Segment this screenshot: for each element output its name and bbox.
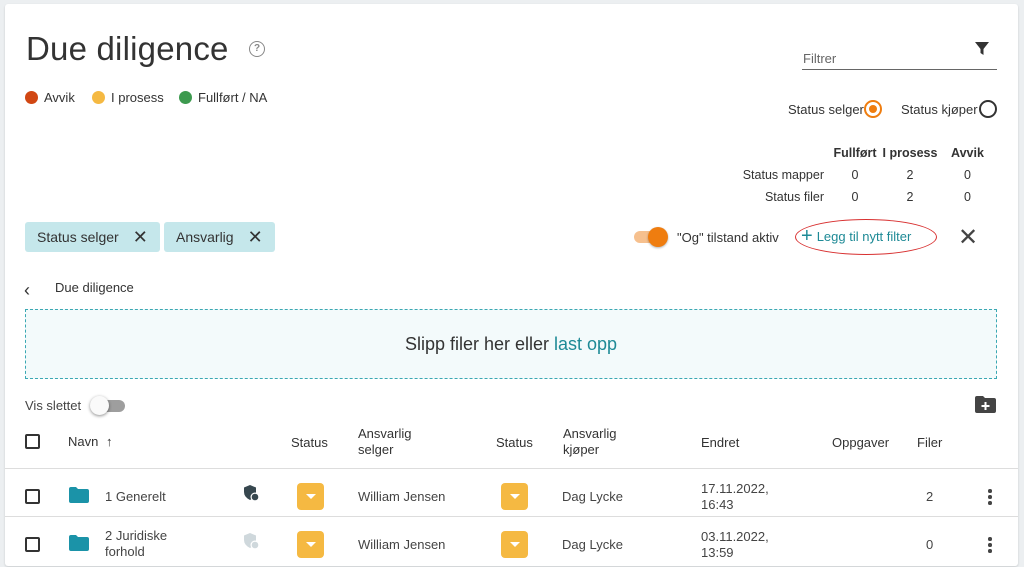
changed-time: 13:59 xyxy=(701,545,734,560)
dropzone-text: Slipp filer her eller xyxy=(404,333,549,354)
help-circle-icon[interactable]: ? xyxy=(249,41,265,57)
table-row[interactable]: 1 Generelt William Jensen Dag Lycke 17.1… xyxy=(5,469,1018,516)
stats-value: 0 xyxy=(964,168,971,182)
back-chevron-icon[interactable]: ‹ xyxy=(24,280,30,301)
legend-item-i-prosess: I prosess xyxy=(92,90,164,105)
filter-chip-status-selger[interactable]: Status selger ✕ xyxy=(25,222,160,252)
show-deleted-toggle-knob[interactable] xyxy=(90,396,109,415)
status-summary-table: Fullført I prosess Avvik Status mapper 0… xyxy=(730,142,995,208)
status-seller-dropdown[interactable] xyxy=(297,531,324,558)
column-header-status-seller[interactable]: Status xyxy=(291,435,328,450)
file-dropzone[interactable]: Slipp filer her eller last opp xyxy=(25,309,997,379)
shield-lock-icon[interactable] xyxy=(243,485,260,502)
row-changed: 17.11.2022, 16:43 xyxy=(701,481,769,513)
arrow-up-icon: ↑ xyxy=(105,434,113,449)
stats-value: 0 xyxy=(851,190,859,204)
status-buyer-dropdown[interactable] xyxy=(501,483,528,510)
column-header-name[interactable]: Navn ↑ xyxy=(68,434,112,449)
legend-label: I prosess xyxy=(111,90,164,105)
show-deleted-label: Vis slettet xyxy=(25,398,82,413)
header-label: Ansvarlig xyxy=(563,426,617,441)
table-row[interactable]: 2 Juridiske forhold William Jensen Dag L… xyxy=(5,517,1018,565)
header-label: Navn xyxy=(68,434,99,449)
header-label: kjøper xyxy=(563,442,600,457)
legend-label: Avvik xyxy=(44,90,75,105)
column-header-responsible-buyer[interactable]: Ansvarlig kjøper xyxy=(563,426,616,458)
row-responsible-buyer: Dag Lycke xyxy=(562,489,623,504)
more-vertical-icon[interactable] xyxy=(988,489,992,507)
row-name-line: forhold xyxy=(105,544,145,559)
changed-time: 16:43 xyxy=(701,497,734,512)
page-title: Due diligence xyxy=(26,30,229,67)
folder-icon xyxy=(69,535,89,551)
stats-value: 0 xyxy=(851,168,859,182)
header-label: selger xyxy=(358,442,394,457)
add-filter-label: Legg til nytt filter xyxy=(816,228,912,244)
row-responsible-seller: William Jensen xyxy=(358,537,446,552)
status-buyer-dropdown[interactable] xyxy=(501,531,528,558)
row-files: 2 xyxy=(926,489,934,504)
close-icon[interactable]: ✕ xyxy=(133,228,148,246)
filter-input[interactable] xyxy=(802,42,997,70)
row-checkbox[interactable] xyxy=(25,489,40,504)
status-seller-label: Status selger xyxy=(788,102,864,117)
changed-date: 03.11.2022, xyxy=(701,529,769,544)
red-status-dot-icon xyxy=(25,91,38,104)
status-seller-radio[interactable] xyxy=(864,100,882,118)
due-diligence-panel: Due diligence ? Avvik I prosess Fullført… xyxy=(5,4,1018,566)
and-mode-toggle-knob[interactable] xyxy=(648,227,668,247)
shield-lock-icon[interactable] xyxy=(243,533,260,550)
column-header-tasks[interactable]: Oppgaver xyxy=(832,435,889,450)
legend-item-avvik: Avvik xyxy=(25,90,75,105)
stats-row-label: Status mapper xyxy=(742,168,824,182)
upload-link[interactable]: last opp xyxy=(554,334,617,355)
status-buyer-label: Status kjøper xyxy=(901,102,978,117)
folder-icon xyxy=(69,487,89,503)
green-status-dot-icon xyxy=(179,91,192,104)
and-mode-label: "Og" tilstand aktiv xyxy=(677,230,779,245)
stats-value: 2 xyxy=(906,168,914,182)
stats-col-fullfort: Fullført xyxy=(833,146,877,160)
chip-label: Status selger xyxy=(37,229,119,245)
new-folder-icon[interactable] xyxy=(975,396,996,413)
clear-filters-close-icon[interactable]: ✕ xyxy=(958,226,978,250)
row-checkbox[interactable] xyxy=(25,537,40,552)
more-vertical-icon[interactable] xyxy=(988,537,992,555)
row-name[interactable]: 1 Generelt xyxy=(105,489,166,504)
status-buyer-radio[interactable] xyxy=(979,100,997,118)
stats-value: 2 xyxy=(906,190,914,204)
legend-item-fullfort: Fullført / NA xyxy=(179,90,267,105)
row-changed: 03.11.2022, 13:59 xyxy=(701,529,769,561)
stats-row-label: Status filer xyxy=(764,190,824,204)
stats-value: 0 xyxy=(964,190,971,204)
row-responsible-buyer: Dag Lycke xyxy=(562,537,623,552)
plus-icon: + xyxy=(801,225,813,247)
row-responsible-seller: William Jensen xyxy=(358,489,446,504)
row-name-line: 2 Juridiske xyxy=(105,528,168,543)
column-header-changed[interactable]: Endret xyxy=(701,435,739,450)
select-all-checkbox[interactable] xyxy=(25,434,40,449)
row-name[interactable]: 2 Juridiske forhold xyxy=(105,528,167,560)
stats-col-avvik: Avvik xyxy=(951,146,984,160)
changed-date: 17.11.2022, xyxy=(701,481,769,496)
filter-chip-ansvarlig[interactable]: Ansvarlig ✕ xyxy=(164,222,275,252)
row-files: 0 xyxy=(926,537,934,552)
legend-label: Fullført / NA xyxy=(198,90,268,105)
close-icon[interactable]: ✕ xyxy=(248,228,263,246)
status-seller-dropdown[interactable] xyxy=(297,483,324,510)
yellow-status-dot-icon xyxy=(92,91,105,104)
stats-col-i-prosess: I prosess xyxy=(882,146,938,160)
add-filter-button[interactable]: + Legg til nytt filter xyxy=(801,225,912,247)
column-header-status-buyer[interactable]: Status xyxy=(496,435,533,450)
breadcrumb[interactable]: Due diligence xyxy=(55,280,134,295)
chip-label: Ansvarlig xyxy=(176,229,234,245)
column-header-responsible-seller[interactable]: Ansvarlig selger xyxy=(358,426,411,458)
header-label: Ansvarlig xyxy=(358,426,412,441)
funnel-icon[interactable] xyxy=(975,42,989,56)
column-header-files[interactable]: Filer xyxy=(917,435,942,450)
